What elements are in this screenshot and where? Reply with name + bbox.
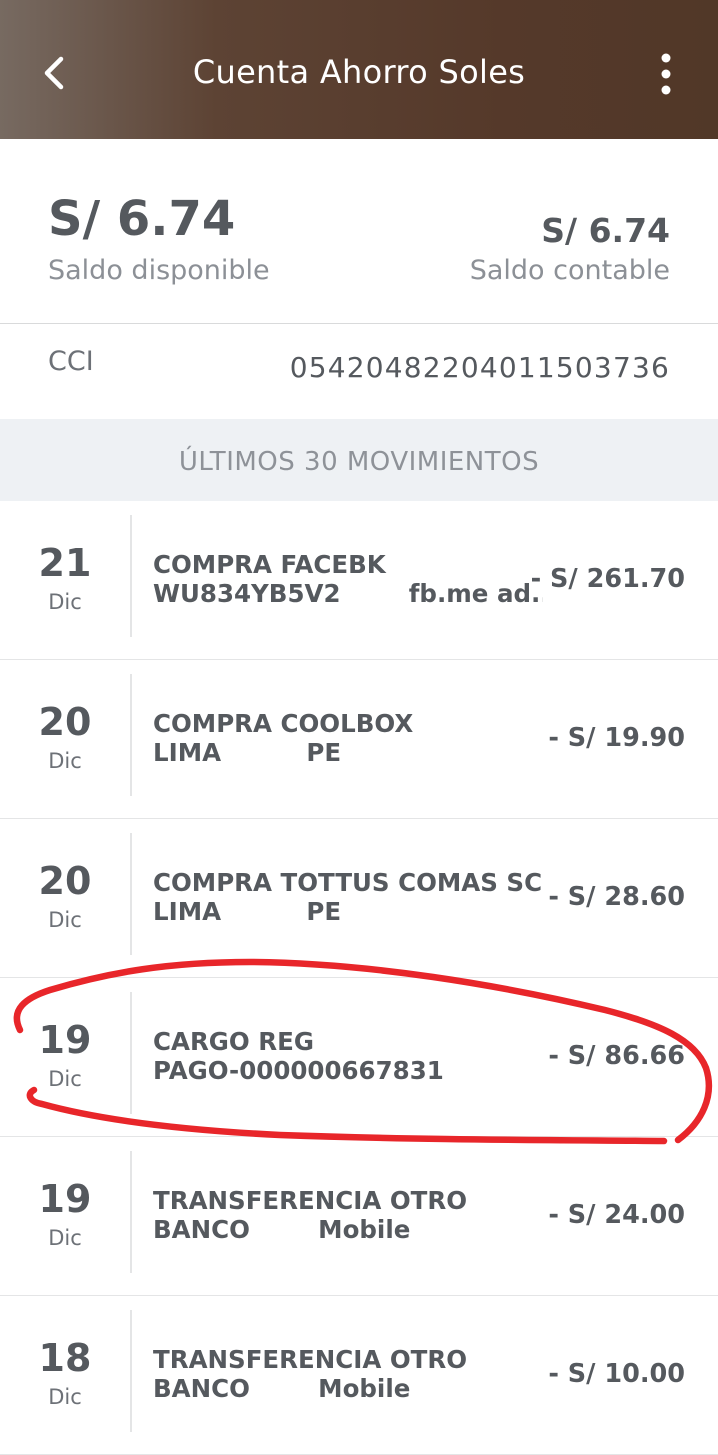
transaction-description: CARGO REG PAGO-000000667831	[153, 1027, 543, 1085]
row-divider	[130, 833, 132, 955]
transaction-row[interactable]: 18 Dic TRANSFERENCIA OTRO BANCO Mobile - …	[0, 1296, 718, 1455]
back-button[interactable]	[34, 50, 76, 96]
transaction-day: 20	[38, 700, 92, 744]
transaction-month: Dic	[48, 590, 82, 614]
row-divider	[130, 992, 132, 1114]
row-divider	[130, 674, 132, 796]
transaction-description-line1: COMPRA FACEBK	[153, 550, 386, 579]
transaction-row[interactable]: 19 Dic CARGO REG PAGO-000000667831 - S/ 8…	[0, 978, 718, 1137]
transaction-description-line2: WU834YB5V2 fb.me ad...	[153, 579, 543, 608]
row-divider	[130, 515, 132, 637]
available-balance: S/ 6.74	[48, 191, 236, 247]
transaction-day: 18	[38, 1336, 92, 1380]
page-title: Cuenta Ahorro Soles	[192, 53, 526, 91]
transaction-row[interactable]: 20 Dic COMPRA TOTTUS COMAS SCO LIMA PE - …	[0, 819, 718, 978]
transaction-description: COMPRA FACEBK WU834YB5V2 fb.me ad...	[153, 550, 543, 608]
transaction-amount: - S/ 19.90	[548, 723, 685, 753]
transaction-day: 21	[38, 541, 92, 585]
transaction-month: Dic	[48, 1385, 82, 1409]
transaction-day: 20	[38, 859, 92, 903]
available-balance-label: Saldo disponible	[48, 255, 270, 286]
more-options-button[interactable]	[646, 48, 686, 100]
transaction-amount: - S/ 86.66	[548, 1041, 685, 1071]
transaction-month: Dic	[48, 1226, 82, 1250]
transaction-day: 19	[38, 1177, 92, 1221]
transaction-day: 19	[38, 1018, 92, 1062]
transaction-description-line1: TRANSFERENCIA OTRO	[153, 1345, 468, 1374]
accounting-balance-label: Saldo contable	[469, 255, 670, 286]
transaction-amount: - S/ 28.60	[548, 882, 685, 912]
transaction-description-line2: LIMA PE	[153, 738, 342, 767]
balance-summary: S/ 6.74 Saldo disponible S/ 6.74 Saldo c…	[0, 139, 718, 324]
app-bar: Cuenta Ahorro Soles	[0, 0, 718, 139]
transaction-description-line2: BANCO Mobile	[153, 1215, 411, 1244]
transaction-description: TRANSFERENCIA OTRO BANCO Mobile	[153, 1345, 543, 1403]
movements-list: 21 Dic COMPRA FACEBK WU834YB5V2 fb.me ad.…	[0, 501, 718, 1455]
transaction-description: COMPRA COOLBOX LIMA PE	[153, 709, 543, 767]
transaction-month: Dic	[48, 908, 82, 932]
transaction-month: Dic	[48, 1067, 82, 1091]
transaction-month: Dic	[48, 749, 82, 773]
transaction-description-line1: CARGO REG	[153, 1027, 314, 1056]
cci-label: CCI	[48, 346, 94, 377]
transaction-amount: - S/ 24.00	[548, 1200, 685, 1230]
transaction-description-line1: TRANSFERENCIA OTRO	[153, 1186, 468, 1215]
movements-section-header: ÚLTIMOS 30 MOVIMIENTOS	[0, 419, 718, 501]
transaction-row[interactable]: 20 Dic COMPRA COOLBOX LIMA PE - S/ 19.90	[0, 660, 718, 819]
chevron-left-icon	[44, 56, 64, 90]
more-vertical-icon	[661, 53, 671, 95]
transaction-description-line1: COMPRA TOTTUS COMAS SCO	[153, 868, 543, 897]
transaction-description-line2: PAGO-000000667831	[153, 1056, 444, 1085]
row-divider	[130, 1310, 132, 1432]
transaction-description-line1: COMPRA COOLBOX	[153, 709, 414, 738]
transaction-amount: - S/ 10.00	[548, 1359, 685, 1389]
cci-row[interactable]: CCI 05420482204011503736	[0, 324, 718, 419]
transaction-amount: - S/ 261.70	[530, 564, 685, 594]
cci-value: 05420482204011503736	[289, 351, 670, 384]
transaction-row[interactable]: 21 Dic COMPRA FACEBK WU834YB5V2 fb.me ad.…	[0, 501, 718, 660]
transaction-description-line2: BANCO Mobile	[153, 1374, 411, 1403]
transaction-row[interactable]: 19 Dic TRANSFERENCIA OTRO BANCO Mobile - …	[0, 1137, 718, 1296]
transaction-description-line2: LIMA PE	[153, 897, 342, 926]
accounting-balance: S/ 6.74	[541, 211, 670, 250]
movements-header-label: ÚLTIMOS 30 MOVIMIENTOS	[178, 447, 540, 477]
transaction-description: COMPRA TOTTUS COMAS SCO LIMA PE	[153, 868, 543, 926]
transaction-description: TRANSFERENCIA OTRO BANCO Mobile	[153, 1186, 543, 1244]
row-divider	[130, 1151, 132, 1273]
